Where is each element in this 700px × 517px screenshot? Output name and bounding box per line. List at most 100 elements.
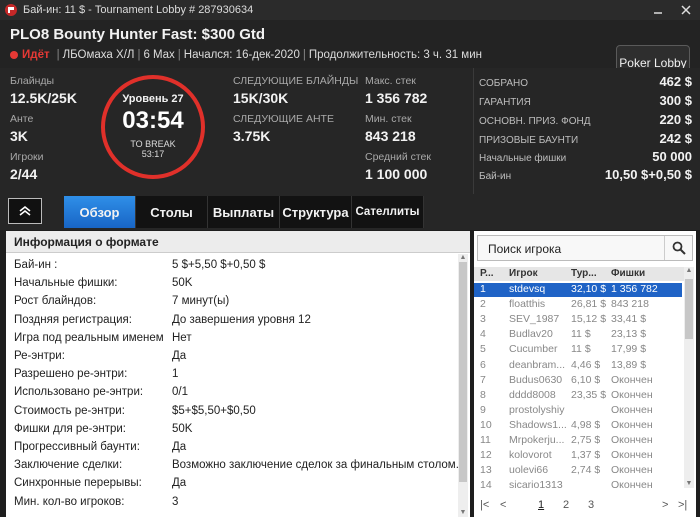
player-name: Mrpokerju... — [509, 434, 565, 446]
player-prize: 4,98 $ — [571, 418, 601, 431]
format-info-panel: Информация о формате Бай-ин : 5 $+5,50 $+… — [6, 231, 470, 517]
to-break-time: 53:17 — [141, 149, 165, 159]
player-row[interactable]: 14 sicario1313 Окончен — [474, 479, 682, 493]
level-clock: Уровень 27 03:54 TO BREAK 53:17 — [101, 75, 205, 179]
player-row[interactable]: 4 Budlav20 11 $ 23,13 $ — [474, 328, 682, 342]
player-rank: 11 — [480, 434, 491, 446]
tournament-stats: Блайнды 12.5K/25K Анте 3K Игроки 2/44 Ур… — [0, 68, 700, 194]
prev-page-icon[interactable]: < — [500, 499, 506, 511]
to-break-label: TO BREAK — [130, 139, 176, 149]
player-chips: Окончен — [611, 373, 653, 386]
player-chips: 33,41 $ — [611, 313, 647, 326]
tab-payouts[interactable]: Выплаты — [208, 196, 280, 228]
player-rank: 12 — [480, 449, 492, 462]
player-search-input[interactable]: Поиск игрока — [488, 242, 561, 256]
player-row[interactable]: 8 dddd8008 23,35 $ Окончен — [474, 389, 682, 403]
col-prize[interactable]: Тур... — [571, 268, 597, 279]
next-blinds-label: СЛЕДУЮЩИЕ БЛАЙНДЫ — [233, 75, 359, 87]
page-2[interactable]: 2 — [563, 499, 569, 511]
blinds-value: 12.5K/25K — [10, 90, 77, 106]
player-rank: 9 — [480, 403, 486, 416]
player-chips: 843 218 — [611, 298, 649, 311]
window-title: Бай-ин: 11 $ - Tournament Lobby # 287930… — [23, 4, 254, 16]
player-prize: 26,81 $ — [571, 298, 607, 311]
app-logo-icon — [5, 4, 17, 16]
player-rank: 14 — [480, 479, 492, 492]
player-name: floatthis — [509, 298, 546, 311]
scroll-down-icon[interactable]: ▼ — [684, 480, 694, 488]
player-row[interactable]: 13 uolevi66 2,74 $ Окончен — [474, 464, 682, 478]
next-blinds-value: 15K/30K — [233, 90, 289, 106]
collapse-button[interactable] — [8, 198, 42, 224]
player-row[interactable]: 10 Shadows1... 4,98 $ Окончен — [474, 419, 682, 433]
tab-satellites[interactable]: Сателлиты — [352, 196, 424, 228]
close-button[interactable] — [672, 0, 700, 20]
format-row-label: Начальные фишки: — [14, 277, 118, 290]
player-chips: 1 356 782 — [611, 283, 658, 295]
player-row[interactable]: 9 prostolyshiy Окончен — [474, 404, 682, 418]
chevron-up-icon — [19, 205, 31, 216]
format-row-value: 50K — [172, 277, 193, 290]
scroll-up-icon[interactable]: ▲ — [458, 254, 468, 262]
minimize-icon — [654, 12, 662, 14]
player-row[interactable]: 12 kolovorot 1,37 $ Окончен — [474, 449, 682, 463]
player-row[interactable]: 1 stdevsq 32,10 $ 1 356 782 — [474, 283, 682, 297]
player-scrollbar[interactable]: ▲ ▼ — [684, 267, 694, 488]
player-rank: 8 — [480, 388, 486, 401]
col-chips[interactable]: Фишки — [611, 268, 645, 279]
prize-row: Начальные фишки 50 000 — [479, 149, 692, 164]
format-row-label: Заключение сделки: — [14, 459, 123, 472]
players-label: Игроки — [10, 151, 44, 163]
tab-structure[interactable]: Структура — [280, 196, 352, 228]
player-name: uolevi66 — [509, 464, 549, 477]
tab-bar: Обзор Столы Выплаты Структура Сателлиты — [0, 194, 700, 230]
format-row-label: Разрешено ре-энтри: — [14, 368, 128, 381]
format-row-label: Бай-ин : — [14, 259, 58, 271]
avg-stack-value: 1 100 000 — [365, 166, 428, 182]
player-name: stdevsq — [509, 283, 546, 295]
search-button[interactable] — [664, 236, 692, 260]
player-prize: 11 $ — [571, 328, 591, 341]
player-row[interactable]: 11 Mrpokerju... 2,75 $ Окончен — [474, 434, 682, 448]
next-page-icon[interactable]: > — [662, 499, 668, 511]
minimize-button[interactable] — [644, 0, 672, 20]
player-rank: 6 — [480, 358, 486, 371]
player-row[interactable]: 3 SEV_1987 15,12 $ 33,41 $ — [474, 313, 682, 327]
tournament-meta: Идёт | ЛБОмаха Х/Л | 6 Max | Начался: 16… — [10, 49, 482, 61]
max-stack-value: 1 356 782 — [365, 90, 428, 106]
player-chips: Окончен — [611, 449, 653, 462]
tab-tables[interactable]: Столы — [136, 196, 208, 228]
status-label: Идёт — [22, 49, 50, 61]
avg-stack-label: Средний стек — [365, 151, 431, 163]
scroll-thumb[interactable] — [459, 262, 467, 482]
last-page-icon[interactable]: >| — [678, 499, 687, 511]
format-row-value: 5 $+5,50 $+0,50 $ — [172, 259, 266, 271]
scroll-down-icon[interactable]: ▼ — [458, 509, 468, 517]
format-row-label: Прогрессивный баунти: — [14, 441, 140, 453]
page-1[interactable]: 1 — [538, 499, 544, 511]
player-name: dddd8008 — [509, 388, 556, 401]
player-prize: 11 $ — [571, 343, 591, 356]
col-player[interactable]: Игрок — [509, 268, 538, 279]
tab-overview[interactable]: Обзор — [64, 196, 136, 228]
player-row[interactable]: 2 floatthis 26,81 $ 843 218 — [474, 298, 682, 312]
scroll-thumb[interactable] — [685, 279, 693, 339]
format-scrollbar[interactable]: ▲ ▼ — [458, 254, 468, 517]
next-ante-label: СЛЕДУЮЩИЕ АНТЕ — [233, 113, 334, 125]
game-type: ЛБОмаха Х/Л — [62, 49, 135, 61]
format-row-label: Синхронные перерывы: — [14, 477, 142, 490]
page-3[interactable]: 3 — [588, 499, 594, 511]
player-rank: 13 — [480, 464, 492, 477]
player-prize: 2,74 $ — [571, 464, 601, 477]
player-chips: Окончен — [611, 388, 653, 401]
player-chips: 13,89 $ — [611, 358, 647, 371]
format-row-value: Возможно заключение сделок за финальным … — [172, 459, 459, 472]
col-rank[interactable]: Р... — [480, 268, 494, 279]
first-page-icon[interactable]: |< — [480, 499, 489, 511]
format-row-label: Ре-энтри: — [14, 350, 65, 362]
player-row[interactable]: 7 Budus0630 6,10 $ Окончен — [474, 374, 682, 388]
player-row[interactable]: 5 Cucumber 11 $ 17,99 $ — [474, 343, 682, 357]
scroll-up-icon[interactable]: ▲ — [684, 267, 694, 275]
player-rank: 4 — [480, 328, 486, 341]
player-row[interactable]: 6 deanbram... 4,46 $ 13,89 $ — [474, 359, 682, 373]
